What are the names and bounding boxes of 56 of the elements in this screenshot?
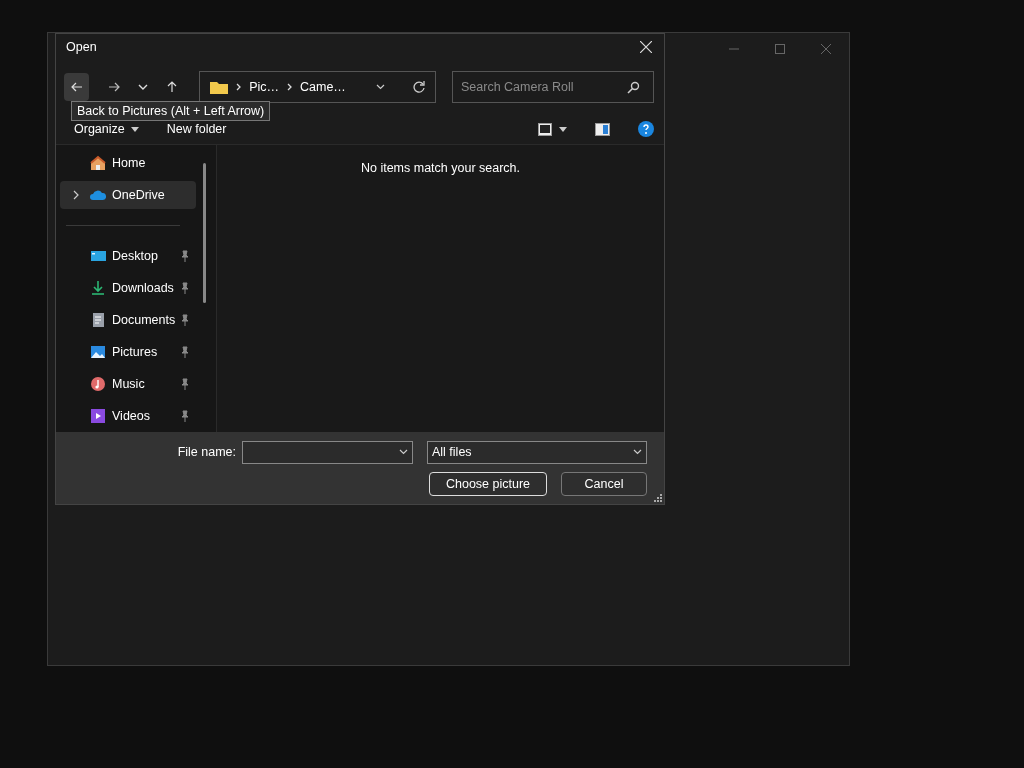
arrow-right-icon: [107, 81, 120, 94]
preview-pane-button[interactable]: [595, 122, 610, 136]
help-icon: [638, 121, 654, 138]
tooltip: Back to Pictures (Alt + Left Arrow): [71, 101, 271, 121]
empty-message: No items match your search.: [360, 160, 521, 177]
caret-down-icon: [559, 126, 567, 132]
view-button[interactable]: [538, 122, 567, 136]
sidebar-item[interactable]: Home: [60, 148, 196, 177]
file-name-label: File name:: [177, 445, 236, 460]
search-field[interactable]: Search Camera Roll: [452, 71, 654, 104]
sidebar-item[interactable]: Videos: [60, 401, 196, 430]
close-button[interactable]: [640, 41, 652, 54]
cancel-button[interactable]: Cancel: [561, 471, 647, 496]
chevron-down-icon: [376, 84, 385, 91]
back-button[interactable]: [64, 73, 90, 102]
chevron-down-icon: [138, 84, 149, 91]
download-icon: [90, 279, 106, 296]
view-icon: [538, 122, 552, 136]
sidebar-item[interactable]: Downloads: [60, 273, 196, 302]
dialog-title: Open: [66, 40, 97, 55]
resize-grip-icon: [654, 494, 662, 502]
file-name-field[interactable]: [242, 440, 413, 464]
arrow-up-icon: [166, 81, 179, 94]
sidebar-item[interactable]: Pictures: [60, 337, 196, 366]
help-button[interactable]: [638, 121, 654, 138]
file-type-dropdown[interactable]: All files: [427, 440, 647, 464]
chevron-down-icon: [399, 449, 408, 456]
choose-picture-button[interactable]: Choose picture: [429, 471, 547, 496]
home-icon: [90, 154, 106, 171]
refresh-icon: [413, 81, 425, 94]
address-bar[interactable]: Pic… Came…: [199, 71, 436, 104]
caret-down-icon: [130, 126, 139, 132]
chevron-right-icon: [236, 83, 242, 92]
organize-menu[interactable]: Organize: [74, 122, 139, 137]
folder-icon: [210, 80, 229, 95]
videos-icon: [90, 407, 106, 424]
sidebar-item[interactable]: Desktop: [60, 241, 196, 270]
new-folder-button[interactable]: New folder: [166, 122, 227, 137]
search-icon: [627, 81, 640, 95]
chevron-down-icon: [633, 449, 642, 456]
sidebar-item[interactable]: Music: [60, 369, 196, 398]
close-icon: [640, 41, 652, 54]
pictures-icon: [90, 343, 106, 360]
breadcrumb-item[interactable]: Pic…: [249, 80, 279, 95]
music-icon: [90, 375, 106, 392]
preview-pane-icon: [595, 122, 610, 136]
sidebar-item[interactable]: Documents: [60, 305, 196, 334]
chevron-right-icon: [72, 189, 80, 200]
scrollbar[interactable]: [203, 162, 206, 303]
documents-icon: [90, 311, 106, 328]
maximize-icon: [775, 44, 785, 54]
arrow-left-icon: [70, 81, 83, 94]
close-icon: [821, 44, 831, 54]
breadcrumb-item[interactable]: Came…: [300, 80, 346, 95]
chevron-right-icon: [287, 83, 292, 92]
sidebar-item[interactable]: OneDrive: [60, 180, 196, 209]
